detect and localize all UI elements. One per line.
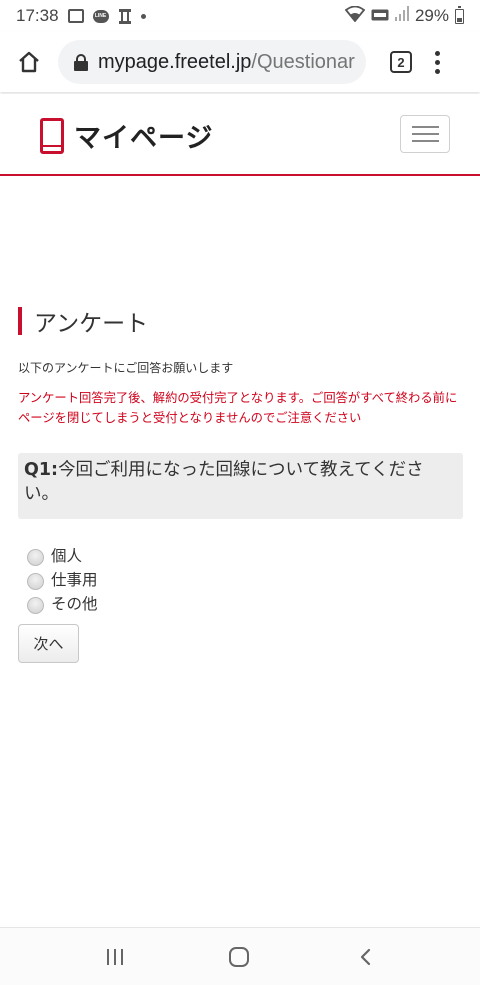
- question-number: Q1:: [24, 460, 59, 480]
- status-bar: 17:38 LINE 29%: [0, 0, 480, 32]
- system-nav-bar: [0, 927, 480, 985]
- option-label: その他: [51, 595, 98, 613]
- page-title-text: アンケート: [34, 311, 149, 337]
- next-button[interactable]: 次へ: [18, 624, 79, 663]
- home-nav-button[interactable]: [229, 947, 249, 967]
- battery-level: 29%: [414, 6, 449, 25]
- warning-text: アンケート回答完了後、解約の受付完了となります。ご回答がすべて終わる前にページを…: [18, 391, 458, 425]
- question-text: 今回ご利用になった回線について教えてください。: [24, 460, 424, 504]
- status-time: 17:38: [16, 6, 59, 25]
- address-bar[interactable]: mypage.freetel.jp/Questionar: [58, 40, 366, 84]
- page-title: アンケート: [18, 306, 149, 337]
- dot-icon: [140, 13, 146, 19]
- url-text: mypage.freetel.jp/Questionar: [98, 51, 355, 74]
- image-icon: [67, 9, 84, 23]
- recents-button[interactable]: [107, 949, 123, 965]
- answer-options: 個人 仕事用 その他: [27, 543, 98, 615]
- battery-icon: [455, 5, 464, 24]
- signal-icon: [394, 6, 409, 26]
- site-header: マイページ: [0, 94, 480, 176]
- intro-text: 以下のアンケートにご回答お願いします: [18, 361, 234, 375]
- phone-icon: [40, 117, 64, 154]
- option-label: 個人: [51, 547, 83, 565]
- tab-switcher-button[interactable]: 2: [390, 51, 412, 73]
- hamburger-menu-button[interactable]: [400, 115, 450, 153]
- browser-menu-button[interactable]: [434, 50, 440, 74]
- home-button[interactable]: [2, 35, 56, 89]
- radio-button[interactable]: [27, 572, 44, 590]
- back-button[interactable]: [358, 948, 374, 966]
- option-sonota[interactable]: その他: [27, 591, 98, 615]
- logo-text: マイページ: [74, 123, 214, 154]
- url-host: mypage.freetel.jp: [98, 50, 252, 73]
- option-shigoto[interactable]: 仕事用: [27, 567, 98, 591]
- url-path: /Questionar: [251, 50, 355, 73]
- line-app-icon: LINE: [92, 9, 109, 23]
- title-accent-bar: [18, 307, 22, 335]
- question-box: Q1:今回ご利用になった回線について教えてください。: [18, 453, 463, 519]
- recents-icon: [107, 949, 109, 965]
- volte-icon: [371, 6, 389, 26]
- tower-icon: [118, 8, 132, 24]
- browser-toolbar: mypage.freetel.jp/Questionar 2: [0, 32, 480, 92]
- more-vert-icon: [434, 50, 440, 56]
- lock-icon: [74, 53, 88, 71]
- hamburger-icon: [411, 126, 439, 128]
- mypage-logo[interactable]: マイページ: [40, 116, 213, 155]
- option-kojin[interactable]: 個人: [27, 543, 98, 567]
- home-icon: [19, 51, 39, 73]
- option-label: 仕事用: [51, 571, 98, 589]
- radio-button[interactable]: [27, 548, 44, 566]
- back-icon: [360, 948, 371, 966]
- wifi-icon: [344, 5, 366, 27]
- radio-button[interactable]: [27, 596, 44, 614]
